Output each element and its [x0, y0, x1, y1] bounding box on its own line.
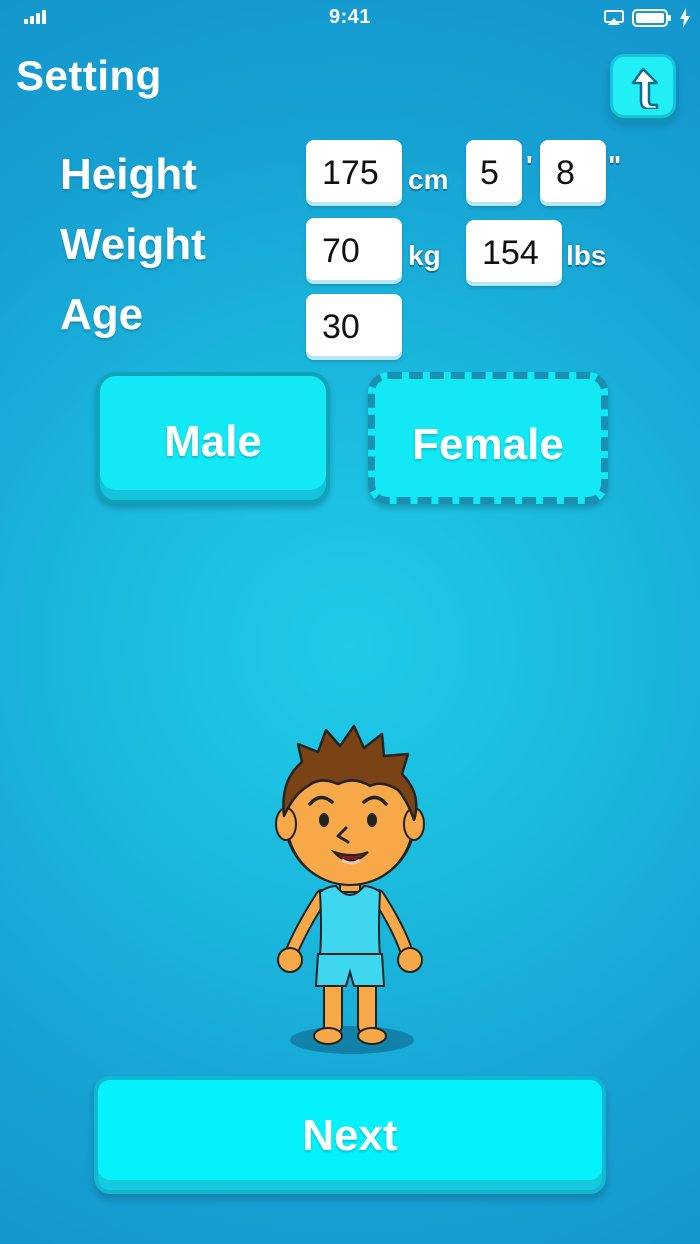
weight-label: Weight: [60, 220, 206, 269]
male-button[interactable]: Male: [96, 372, 330, 504]
page-title: Setting: [16, 52, 162, 99]
battery-icon: [632, 9, 671, 27]
height-feet-unit: ': [526, 150, 533, 181]
weight-lbs-unit: lbs: [566, 240, 607, 271]
avatar-character: [275, 724, 425, 1054]
height-cm-unit: cm: [408, 164, 449, 195]
next-button[interactable]: Next: [94, 1076, 606, 1194]
height-label: Height: [60, 150, 197, 199]
charging-bolt-icon: [680, 8, 690, 28]
weight-kg-unit: kg: [408, 240, 441, 271]
age-field[interactable]: 30: [306, 294, 402, 360]
height-inches-unit: ": [608, 150, 622, 181]
status-time: 9:41: [328, 6, 372, 28]
female-button[interactable]: Female: [368, 372, 608, 504]
status-bar: 9:41: [0, 0, 700, 40]
age-label: Age: [60, 290, 144, 339]
height-feet-field[interactable]: 5: [466, 140, 522, 206]
weight-kg-field[interactable]: 70: [306, 218, 402, 284]
airplay-icon: [604, 10, 624, 25]
upload-button[interactable]: [610, 54, 676, 118]
weight-lbs-field[interactable]: 154: [466, 220, 562, 286]
height-cm-field[interactable]: 175: [306, 140, 402, 206]
height-inches-field[interactable]: 8: [540, 140, 606, 206]
upload-arrow-icon: [631, 67, 659, 109]
